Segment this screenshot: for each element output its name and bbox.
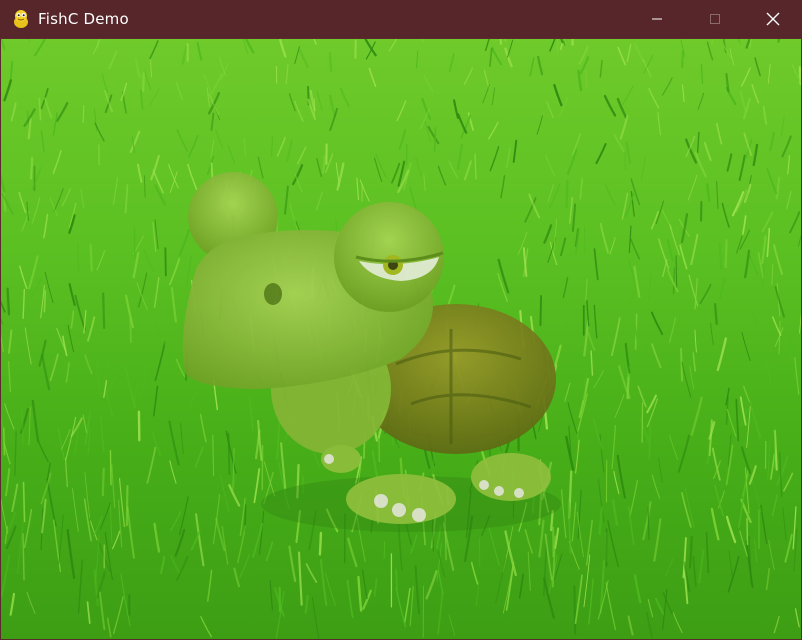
window-title: FishC Demo: [38, 10, 129, 28]
close-button[interactable]: [744, 0, 802, 38]
minimize-button[interactable]: [628, 0, 686, 38]
title-bar[interactable]: FishC Demo: [0, 0, 802, 38]
game-canvas[interactable]: [1, 39, 801, 639]
window-controls: [628, 0, 802, 38]
minimize-icon: [652, 18, 662, 20]
app-window: FishC Demo: [0, 0, 802, 640]
maximize-button[interactable]: [686, 0, 744, 38]
close-icon: [766, 12, 780, 26]
pygame-snake-icon: [14, 10, 28, 28]
maximize-icon: [710, 14, 720, 24]
